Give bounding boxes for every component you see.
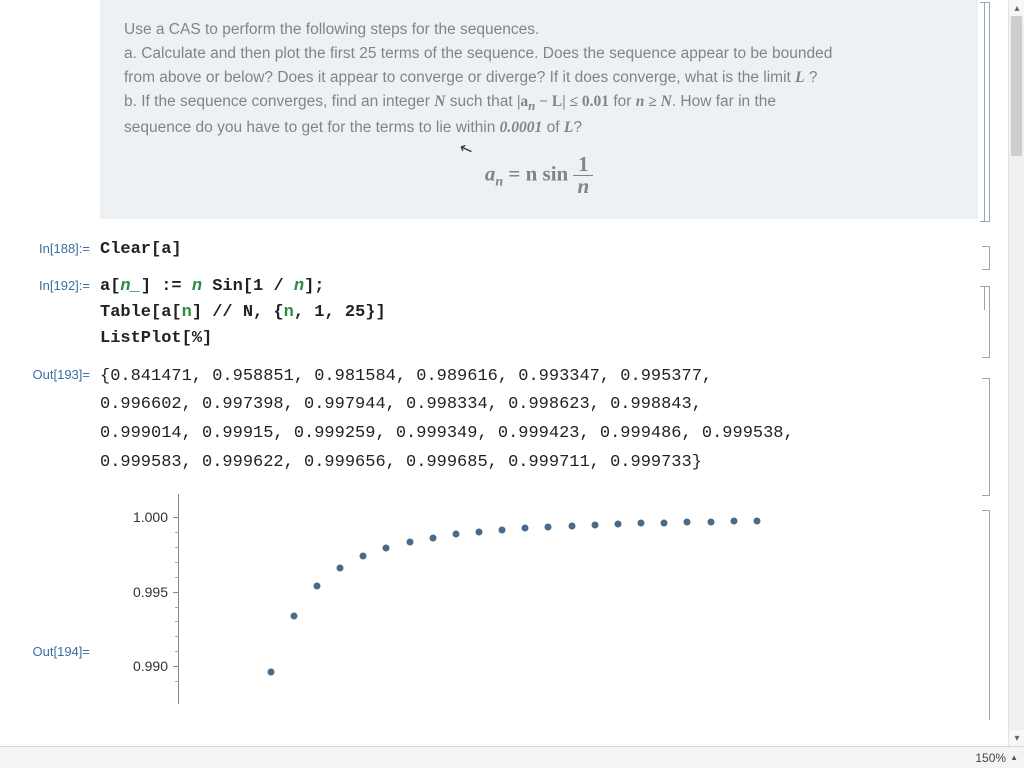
data-point [545, 523, 552, 530]
data-point [383, 544, 390, 551]
sequence-definition: an = n sin 1n [124, 154, 954, 197]
y-minor-tick [175, 607, 178, 608]
data-point [730, 518, 737, 525]
input-cell-188[interactable]: In[188]:= Clear[a] [0, 237, 1008, 263]
y-minor-tick [175, 651, 178, 652]
scroll-thumb[interactable] [1011, 16, 1022, 156]
data-point [568, 522, 575, 529]
data-point [707, 518, 714, 525]
code-line: Table[a[n] // N, {n, 1, 25}] [100, 300, 968, 326]
code-line: ListPlot[%] [100, 326, 968, 352]
scroll-down-icon[interactable]: ▾ [1009, 730, 1024, 746]
zoom-control[interactable]: 150% ▲ [975, 751, 1018, 765]
y-minor-tick [175, 577, 178, 578]
notebook-content-area[interactable]: Use a CAS to perform the following steps… [0, 0, 1008, 746]
data-point [476, 528, 483, 535]
data-point [337, 564, 344, 571]
data-point [684, 519, 691, 526]
output-line: {0.841471, 0.958851, 0.981584, 0.989616,… [100, 363, 968, 392]
y-tick [173, 517, 178, 518]
cell-bracket[interactable] [982, 510, 990, 720]
y-tick-label: 1.000 [112, 509, 168, 525]
output-line: 0.996602, 0.997398, 0.997944, 0.998334, … [100, 391, 968, 420]
data-point [360, 552, 367, 559]
data-point [522, 525, 529, 532]
code-body[interactable]: a[n_] := n Sin[1 / n]; Table[a[n] // N, … [100, 274, 1008, 353]
problem-line: from above or below? Does it appear to c… [124, 66, 954, 90]
vertical-scrollbar[interactable]: ▴ ▾ [1008, 0, 1024, 746]
cell-bracket-inner[interactable] [980, 2, 985, 222]
scatter-plot: 0.990 0.995 1.000 [100, 494, 800, 704]
data-point [753, 518, 760, 525]
status-bar: 150% ▲ [0, 746, 1024, 768]
cell-label-in: In[192]:= [0, 274, 100, 293]
output-list[interactable]: {0.841471, 0.958851, 0.981584, 0.989616,… [100, 363, 1008, 479]
y-minor-tick [175, 547, 178, 548]
scroll-track[interactable] [1009, 16, 1024, 730]
output-cell-193: Out[193]= {0.841471, 0.958851, 0.981584,… [0, 363, 1008, 479]
problem-line: a. Calculate and then plot the first 25 … [124, 42, 954, 66]
problem-line: sequence do you have to get for the term… [124, 116, 954, 140]
data-point [591, 521, 598, 528]
data-point [661, 519, 668, 526]
output-line: 0.999014, 0.99915, 0.999259, 0.999349, 0… [100, 420, 968, 449]
cell-label-out: Out[193]= [0, 363, 100, 382]
cell-label-out: Out[194]= [0, 534, 100, 659]
data-point [614, 520, 621, 527]
y-axis [178, 494, 179, 704]
input-cell-192[interactable]: In[192]:= a[n_] := n Sin[1 / n]; Table[a… [0, 274, 1008, 353]
cell-bracket-inner[interactable] [980, 286, 985, 310]
y-minor-tick [175, 562, 178, 563]
data-point [452, 531, 459, 538]
notebook-window: Use a CAS to perform the following steps… [0, 0, 1024, 768]
zoom-value: 150% [975, 751, 1006, 765]
code-line: a[n_] := n Sin[1 / n]; [100, 274, 968, 300]
y-minor-tick [175, 621, 178, 622]
output-cell-194: Out[194]= 0.990 0.995 1.000 [0, 488, 1008, 704]
listplot-output[interactable]: 0.990 0.995 1.000 [100, 488, 1008, 704]
data-point [638, 520, 645, 527]
data-point [267, 668, 274, 675]
y-tick [173, 666, 178, 667]
data-point [429, 534, 436, 541]
y-minor-tick [175, 681, 178, 682]
data-point [499, 526, 506, 533]
y-tick-label: 0.990 [112, 658, 168, 674]
y-tick-label: 0.995 [112, 584, 168, 600]
cell-bracket[interactable] [982, 378, 990, 496]
cell-label-in: In[188]:= [0, 237, 100, 256]
data-point [406, 538, 413, 545]
code-body[interactable]: Clear[a] [100, 237, 1008, 263]
chevron-up-icon[interactable]: ▲ [1010, 753, 1018, 762]
output-line: 0.999583, 0.999622, 0.999656, 0.999685, … [100, 449, 968, 478]
problem-line: Use a CAS to perform the following steps… [124, 18, 954, 42]
cell-bracket[interactable] [982, 246, 990, 270]
y-minor-tick [175, 532, 178, 533]
data-point [313, 583, 320, 590]
y-tick [173, 592, 178, 593]
problem-line: b. If the sequence converges, find an in… [124, 90, 954, 116]
problem-text-cell: Use a CAS to perform the following steps… [100, 0, 978, 219]
data-point [290, 613, 297, 620]
scroll-up-icon[interactable]: ▴ [1009, 0, 1024, 16]
y-minor-tick [175, 636, 178, 637]
